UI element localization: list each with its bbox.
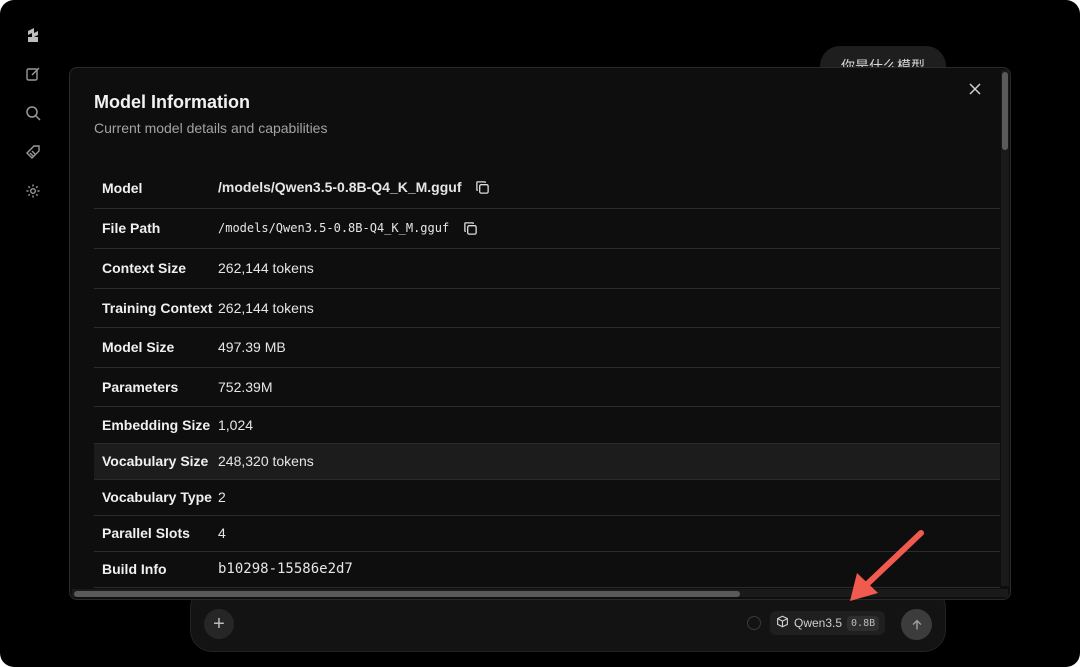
- table-row: Vocabulary Type 2: [94, 479, 1000, 516]
- row-value: 248,320 tokens: [218, 443, 1000, 480]
- status-indicator: [747, 616, 761, 630]
- row-value: 752.39M: [218, 367, 1000, 407]
- row-label: Model Size: [94, 327, 218, 368]
- annotation-arrow-icon: [850, 530, 924, 601]
- cube-icon: [776, 615, 789, 631]
- vertical-scrollbar-thumb[interactable]: [1002, 72, 1008, 150]
- file-path-value: /models/Qwen3.5-0.8B-Q4_K_M.gguf: [218, 221, 450, 236]
- row-value: /models/Qwen3.5-0.8B-Q4_K_M.gguf: [218, 208, 1000, 249]
- horizontal-scrollbar-thumb[interactable]: [74, 591, 740, 597]
- logo-icon[interactable]: [18, 20, 48, 50]
- model-path-value: /models/Qwen3.5-0.8B-Q4_K_M.gguf: [218, 179, 462, 196]
- gear-icon[interactable]: [18, 176, 48, 206]
- arrow-up-icon: [912, 619, 921, 629]
- left-rail: [18, 20, 48, 215]
- row-label: Training Context: [94, 288, 218, 328]
- row-label: Context Size: [94, 248, 218, 289]
- model-information-dialog: Model Information Current model details …: [69, 67, 1011, 600]
- model-name: Qwen3.5: [794, 616, 843, 630]
- plus-icon: +: [213, 612, 225, 635]
- copy-icon[interactable]: [475, 180, 491, 196]
- app-window: 你是什么模型 + Qwen3.5 0.8B Model Information …: [0, 0, 1080, 667]
- row-label: Vocabulary Type: [94, 479, 218, 516]
- dialog-title: Model Information: [94, 92, 250, 112]
- close-button[interactable]: [968, 82, 986, 100]
- row-label: Build Info: [94, 551, 218, 588]
- row-label: Embedding Size: [94, 406, 218, 444]
- row-label: File Path: [94, 208, 218, 249]
- tag-icon[interactable]: [18, 137, 48, 167]
- table-row: Model Size 497.39 MB: [94, 327, 1000, 368]
- table-row: Context Size 262,144 tokens: [94, 248, 1000, 289]
- table-row: Parameters 752.39M: [94, 367, 1000, 407]
- row-value: 2: [218, 479, 1000, 516]
- table-row: Embedding Size 1,024: [94, 406, 1000, 444]
- row-value: /models/Qwen3.5-0.8B-Q4_K_M.gguf: [218, 168, 1000, 209]
- table-row: File Path /models/Qwen3.5-0.8B-Q4_K_M.gg…: [94, 208, 1000, 249]
- row-value: 262,144 tokens: [218, 288, 1000, 328]
- row-value: 1,024: [218, 406, 1000, 444]
- add-attachment-button[interactable]: +: [204, 609, 234, 639]
- model-size-badge: 0.8B: [847, 615, 880, 631]
- search-icon[interactable]: [18, 98, 48, 128]
- row-value: 262,144 tokens: [218, 248, 1000, 289]
- row-label: Parallel Slots: [94, 515, 218, 552]
- close-icon: [969, 83, 981, 95]
- row-label: Parameters: [94, 367, 218, 407]
- row-label: Model: [94, 168, 218, 209]
- row-value: 497.39 MB: [218, 327, 1000, 368]
- table-row: Model /models/Qwen3.5-0.8B-Q4_K_M.gguf: [94, 168, 1000, 209]
- edit-icon[interactable]: [18, 59, 48, 89]
- dialog-subtitle: Current model details and capabilities: [94, 120, 328, 136]
- table-row-hovered: Vocabulary Size 248,320 tokens: [94, 443, 1000, 480]
- copy-icon[interactable]: [463, 221, 479, 237]
- table-row: Training Context 262,144 tokens: [94, 288, 1000, 328]
- row-label: Vocabulary Size: [94, 443, 218, 480]
